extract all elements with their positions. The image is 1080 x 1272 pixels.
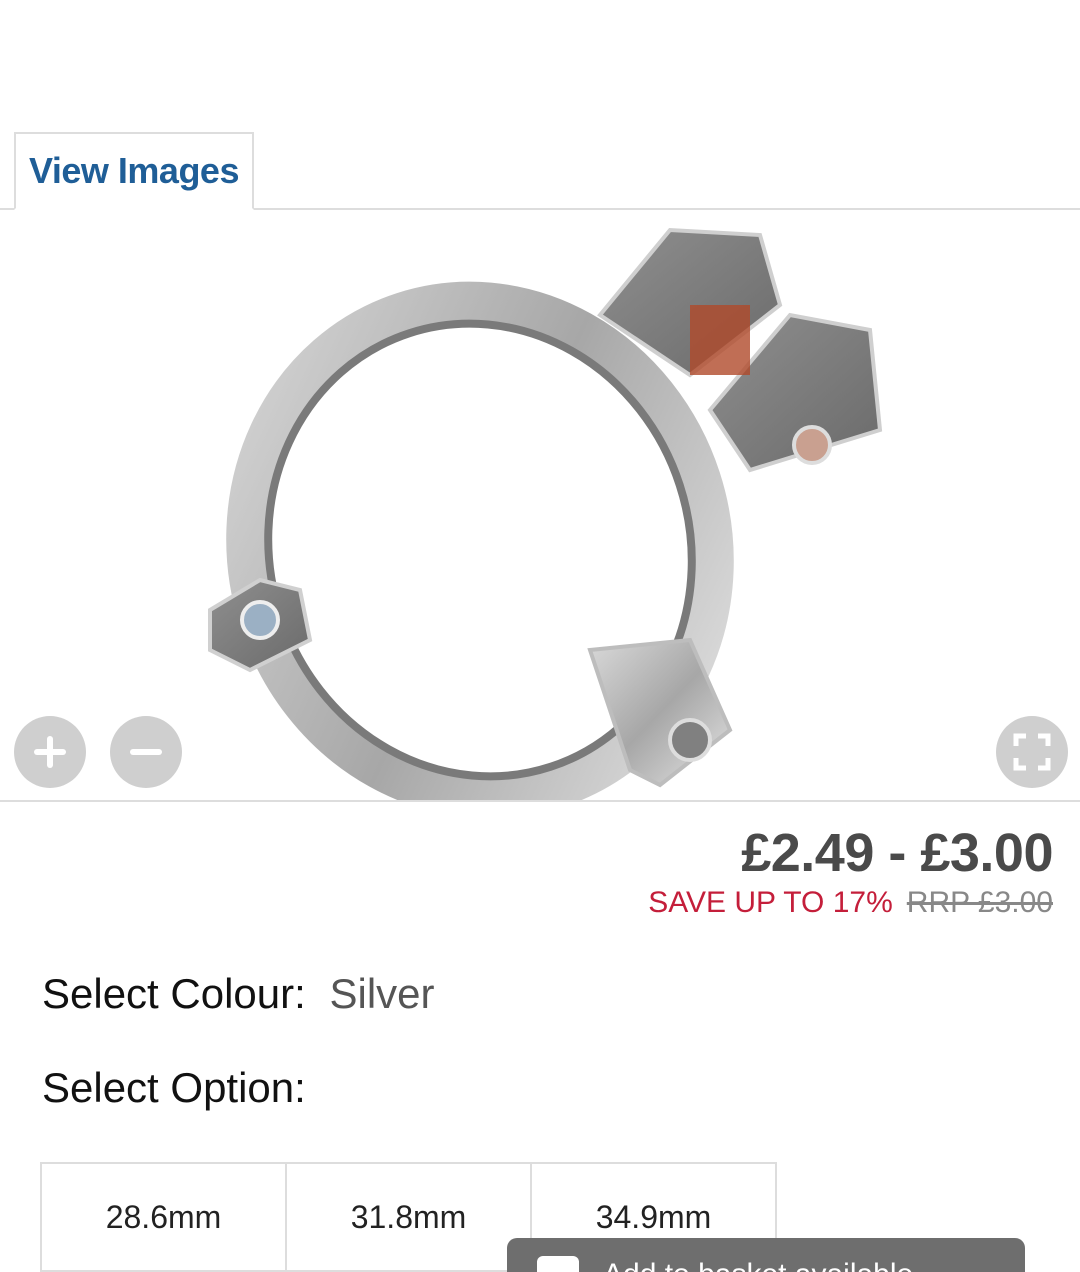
colour-value[interactable]: Silver — [329, 970, 434, 1017]
savings-row: SAVE UP TO 17% RRP £3.00 — [648, 886, 1053, 920]
rrp-text: RRP £3.00 — [906, 886, 1053, 919]
fullscreen-button[interactable] — [996, 716, 1068, 788]
colour-label: Select Colour: — [42, 970, 306, 1017]
zoom-out-button[interactable] — [110, 716, 182, 788]
checkbox-icon — [537, 1256, 579, 1272]
zoom-in-button[interactable] — [14, 716, 86, 788]
toast-text: Add to basket available — [603, 1258, 913, 1272]
option-31-8mm[interactable]: 31.8mm — [285, 1162, 532, 1272]
plus-icon — [34, 736, 66, 768]
colour-selector: Select Colour: Silver — [42, 970, 435, 1018]
tab-bar: View Images — [0, 132, 1080, 210]
image-viewer[interactable] — [0, 210, 1080, 802]
minus-icon — [130, 749, 162, 755]
tab-view-images[interactable]: View Images — [14, 132, 254, 210]
expand-icon — [1013, 733, 1051, 771]
notification-toast[interactable]: Add to basket available — [507, 1238, 1025, 1272]
save-text: SAVE UP TO 17% — [648, 886, 893, 919]
option-28-6mm[interactable]: 28.6mm — [40, 1162, 287, 1272]
product-page: View Images £2.49 - £3.00 SAVE UP TO 17%… — [0, 0, 1080, 1272]
price-range: £2.49 - £3.00 — [741, 823, 1053, 883]
product-image — [208, 227, 883, 800]
option-label: Select Option: — [42, 1064, 306, 1111]
